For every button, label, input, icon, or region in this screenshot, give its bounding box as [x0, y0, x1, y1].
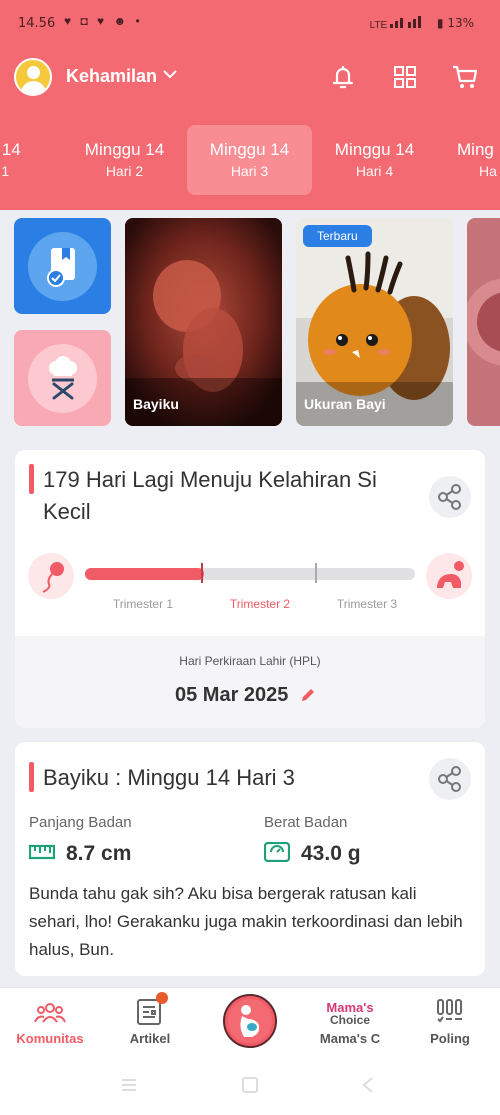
- cart-icon[interactable]: [450, 62, 480, 92]
- ukuran-bayi-label: Ukuran Bayi: [304, 396, 386, 412]
- pregnancy-home-icon: [223, 994, 277, 1048]
- baby-title: Bayiku : Minggu 14 Hari 3: [43, 765, 295, 790]
- nav-komunitas-label: Komunitas: [16, 1031, 84, 1046]
- signal-icon: LTE: [370, 16, 430, 31]
- status-time: 14.56: [18, 16, 56, 31]
- pregnancy-progress: [85, 568, 415, 580]
- battery-icon: ▮: [436, 16, 448, 30]
- scale-icon: [264, 842, 290, 862]
- trimester-3-label: Trimester 3: [336, 597, 398, 611]
- sperm-icon: [28, 553, 74, 599]
- avatar[interactable]: [14, 58, 52, 96]
- new-badge: Terbaru: [303, 225, 372, 247]
- partial-card-image: [467, 278, 500, 366]
- checklist-shortcut[interactable]: [14, 218, 111, 314]
- nav-artikel-label: Artikel: [129, 1031, 171, 1046]
- hpl-date: 05 Mar 2025: [175, 684, 289, 706]
- share-icon: [438, 766, 461, 792]
- nav-poling[interactable]: Poling: [400, 988, 500, 1053]
- recipe-shortcut[interactable]: [14, 330, 111, 426]
- system-nav-bar: [0, 1052, 500, 1115]
- nav-mamas-choice[interactable]: Mama's Choice Mama's C: [300, 988, 400, 1053]
- home-icon[interactable]: [241, 1076, 259, 1094]
- app-title[interactable]: Kehamilan: [66, 66, 157, 87]
- mamas-choice-logo: Mama's Choice: [326, 1000, 374, 1027]
- grid-menu-icon[interactable]: [390, 62, 420, 92]
- nav-center-pregnancy[interactable]: [200, 988, 300, 1053]
- weight-label: Berat Badan: [264, 814, 348, 831]
- share-button[interactable]: [429, 758, 471, 800]
- bayiku-label: Bayiku: [133, 396, 179, 412]
- notification-icons: ♥ ◘ ♥ ☻ •: [64, 14, 143, 28]
- next-card[interactable]: [467, 218, 500, 426]
- countdown-card: 179 Hari Lagi Menuju Kelahiran Si Kecil …: [15, 450, 485, 728]
- nav-komunitas[interactable]: Komunitas: [0, 988, 100, 1053]
- nav-mamas-label: Mama's C: [319, 1031, 381, 1046]
- share-button[interactable]: [429, 476, 471, 518]
- chevron-down-icon[interactable]: [162, 66, 178, 82]
- length-value: 8.7 cm: [66, 842, 132, 865]
- day-tab-selected[interactable]: Minggu 14 Hari 3: [187, 125, 312, 195]
- progress-marker: [201, 563, 203, 583]
- nav-artikel[interactable]: Artikel: [100, 988, 200, 1053]
- header: 14.56 ♥ ◘ ♥ ☻ • LTE ▮ 13% Kehamilan gu 1…: [0, 0, 500, 210]
- day-tab[interactable]: Minggu 14 Hari 4: [312, 125, 437, 195]
- community-icon: [34, 1003, 66, 1023]
- progress-fill: [85, 568, 204, 580]
- ruler-icon: [29, 844, 55, 860]
- notification-dot: [156, 992, 168, 1004]
- edit-pencil-icon[interactable]: [299, 686, 317, 704]
- app-bar: Kehamilan: [0, 58, 500, 98]
- nav-poling-label: Poling: [430, 1031, 470, 1046]
- bell-icon[interactable]: [328, 62, 358, 92]
- back-icon[interactable]: [360, 1076, 376, 1094]
- hpl-label: Hari Perkiraan Lahir (HPL): [179, 654, 321, 668]
- countdown-title: 179 Hari Lagi Menuju Kelahiran Si Kecil: [43, 467, 377, 524]
- hpl-section: Hari Perkiraan Lahir (HPL) 05 Mar 2025: [15, 636, 485, 728]
- menu-icon[interactable]: [120, 1078, 138, 1092]
- bayiku-card[interactable]: Bayiku: [125, 218, 282, 426]
- fruit-size-image: [296, 218, 453, 426]
- weight-value: 43.0 g: [301, 842, 361, 865]
- battery-status: ▮ 13%: [436, 16, 474, 30]
- checklist-icon: [28, 232, 97, 301]
- fetus-image: [125, 218, 282, 426]
- baby-description: Bunda tahu gak sih? Aku bisa bergerak ra…: [29, 884, 463, 959]
- day-tab[interactable]: Ming Ha: [437, 125, 500, 195]
- length-label: Panjang Badan: [29, 814, 132, 831]
- baby-crawling-icon: [426, 553, 472, 599]
- share-icon: [438, 484, 461, 510]
- poll-icon: [437, 999, 462, 1023]
- baby-info-card: Bayiku : Minggu 14 Hari 3 Panjang Badan …: [15, 742, 485, 976]
- bottom-nav: Komunitas Artikel Mama's Choice Mama's C…: [0, 987, 500, 1052]
- chef-hat-icon: [28, 344, 97, 413]
- trimester-1-label: Trimester 1: [112, 597, 174, 611]
- trimester-2-label: Trimester 2: [229, 597, 291, 611]
- status-bar: 14.56 ♥ ◘ ♥ ☻ • LTE ▮ 13%: [0, 0, 500, 46]
- ukuran-bayi-card[interactable]: Terbaru Ukuran Bayi: [296, 218, 453, 426]
- day-tab[interactable]: Minggu 14 Hari 2: [62, 125, 187, 195]
- week-day-selector: gu 14 ri 1 Minggu 14 Hari 2 Minggu 14 Ha…: [0, 125, 500, 195]
- day-tab[interactable]: gu 14 ri 1: [0, 125, 62, 195]
